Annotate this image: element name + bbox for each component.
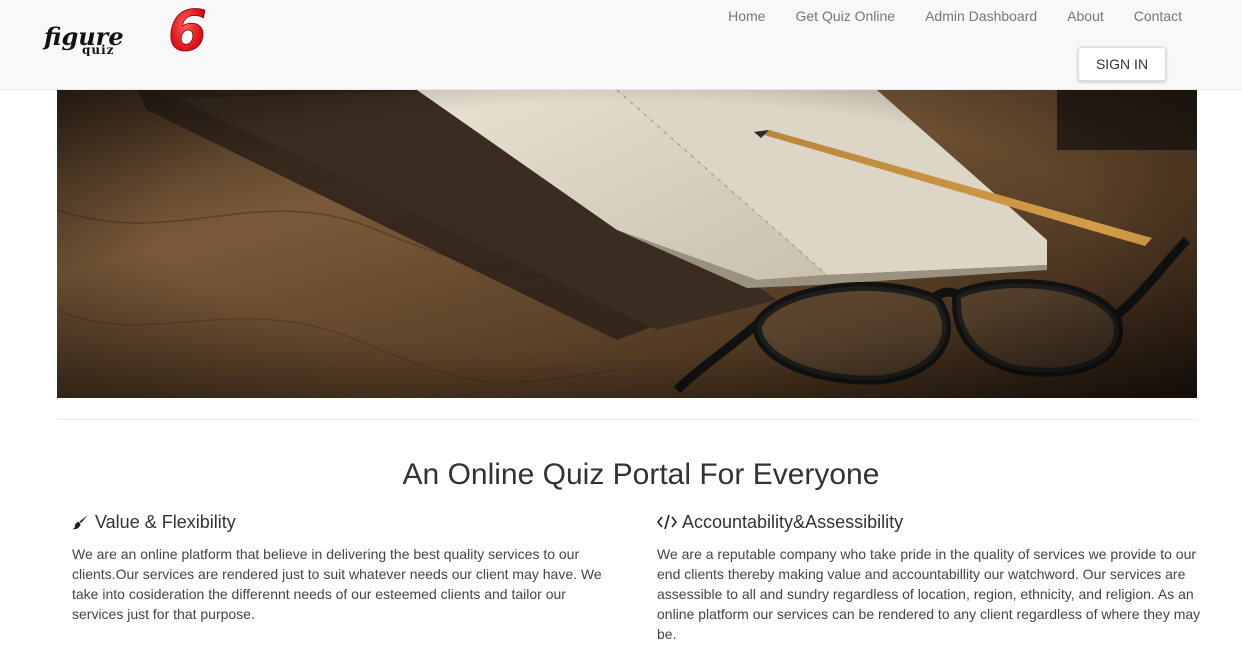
hero-image [57,90,1197,398]
feature-body: We are an online platform that believe i… [72,546,602,622]
feature-heading: Accountability&Assessibility [657,508,1213,536]
code-icon [657,514,677,530]
nav-admin-dashboard[interactable]: Admin Dashboard [910,8,1052,24]
feature-heading: Value & Flexibility [72,508,620,536]
nav-home[interactable]: Home [713,8,780,24]
nav-about[interactable]: About [1052,8,1119,24]
site-logo[interactable]: figure quiz 6 [42,4,274,56]
feature-accountability: Accountability&Assessibility We are a re… [657,508,1213,644]
page-title: An Online Quiz Portal For Everyone [402,458,880,491]
svg-text:6: 6 [168,4,207,56]
nav-get-quiz-online[interactable]: Get Quiz Online [780,8,910,24]
nav-contact[interactable]: Contact [1119,8,1197,24]
paintbrush-icon [72,514,90,530]
navbar: figure quiz 6 Home Get Quiz Online Admin… [0,0,1242,90]
svg-text:quiz: quiz [82,43,115,56]
feature-body: We are a reputable company who take prid… [657,546,1201,642]
main-nav: Home Get Quiz Online Admin Dashboard Abo… [713,8,1197,24]
section-divider [57,419,1197,420]
sign-in-button[interactable]: SIGN IN [1078,47,1166,81]
feature-value-flexibility: Value & Flexibility We are an online pla… [72,508,620,624]
